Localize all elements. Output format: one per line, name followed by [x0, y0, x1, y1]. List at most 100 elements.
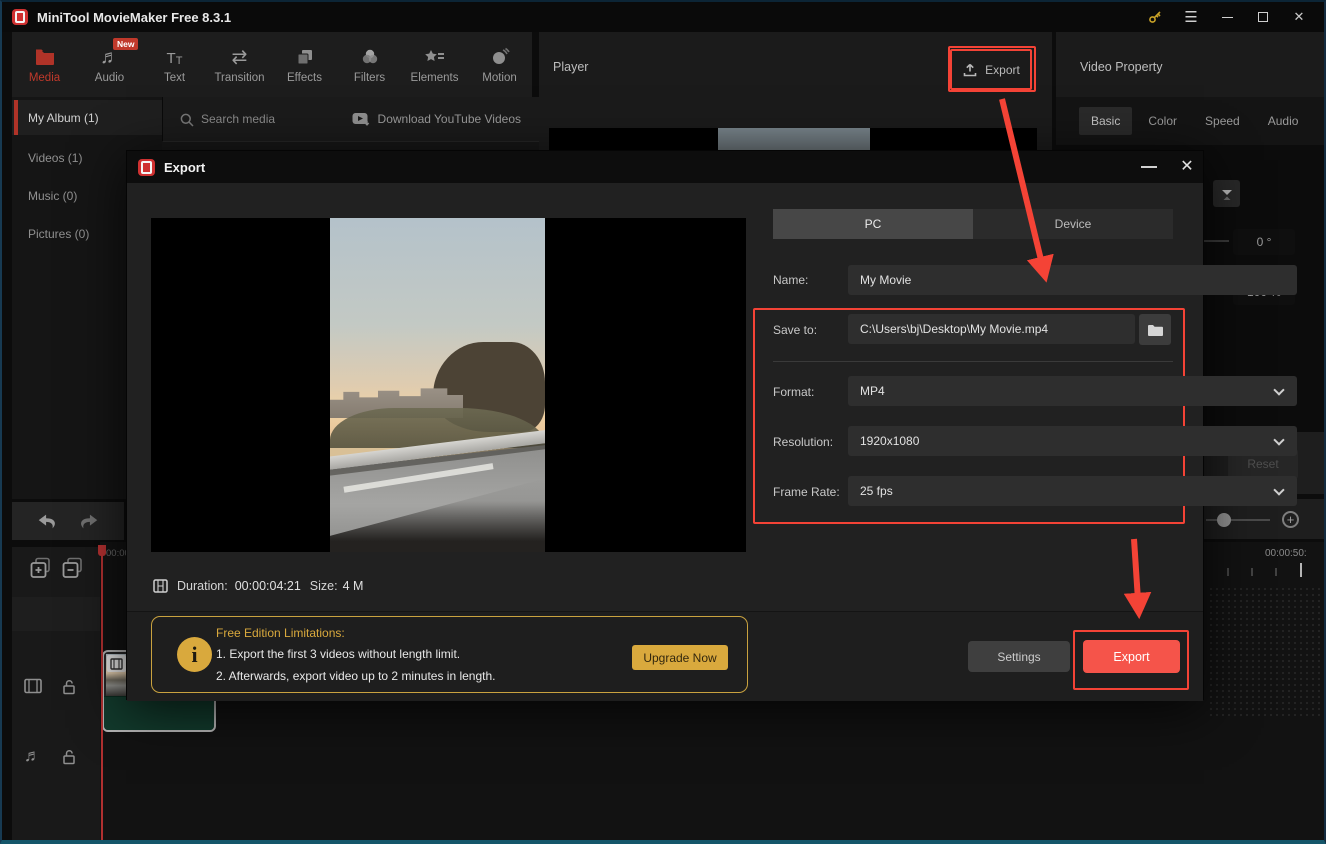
sidebar-item-my-album[interactable]: My Album (1) [12, 100, 162, 135]
toolbar-item-filters[interactable]: Filters [337, 32, 402, 97]
tab-basic[interactable]: Basic [1079, 107, 1133, 135]
clip-audio-band [104, 696, 214, 730]
duration-label: Duration: [177, 579, 228, 593]
key-icon [1149, 11, 1161, 23]
browse-folder-button[interactable] [1139, 314, 1171, 345]
flip-vertical-button[interactable] [1213, 180, 1240, 207]
upgrade-now-button[interactable]: Upgrade Now [632, 645, 728, 670]
video-property-tabs: Basic Color Speed Audio [1056, 97, 1324, 145]
dialog-footer: i Free Edition Limitations: 1. Export th… [127, 611, 1203, 701]
toolbar-item-elements[interactable]: Elements [402, 32, 467, 97]
player-preview-sky [718, 128, 870, 150]
video-track-icon [24, 678, 42, 694]
close-icon: ✕ [1293, 9, 1305, 24]
toolbar-label: Media [28, 72, 61, 84]
annotation-box-player-export [948, 46, 1036, 92]
name-input[interactable]: My Movie [848, 265, 1297, 295]
chevron-down-icon [1273, 484, 1285, 496]
menu-button[interactable]: ☰ [1180, 7, 1202, 27]
tab-pc[interactable]: PC [773, 209, 973, 239]
rotate-value-box[interactable]: 0 ° [1233, 229, 1295, 255]
filters-icon [360, 45, 380, 67]
close-button[interactable]: ✕ [1288, 7, 1310, 27]
dialog-close-button[interactable]: ✕ [1177, 157, 1197, 177]
toolbar-item-motion[interactable]: Motion [467, 32, 532, 97]
toolbar-item-audio[interactable]: New ♬ Audio [77, 32, 142, 97]
transition-icon: ⇄ [231, 47, 248, 68]
toolbar-item-transition[interactable]: ⇄ Transition [207, 32, 272, 97]
film-icon [110, 657, 123, 670]
rotate-slider-track[interactable] [1204, 240, 1229, 242]
toolbar-item-text[interactable]: TT Text [142, 32, 207, 97]
clip-film-badge [107, 655, 126, 672]
save-to-input[interactable]: C:\Users\bj\Desktop\My Movie.mp4 [848, 314, 1135, 344]
titlebar: MiniTool MovieMaker Free 8.3.1 ☰ ✕ [2, 2, 1324, 32]
toolbar-label: Text [163, 72, 186, 84]
format-label: Format: [773, 385, 815, 399]
tab-audio[interactable]: Audio [1256, 107, 1311, 135]
frame-rate-select[interactable]: 25 fps [848, 476, 1297, 506]
export-preview [151, 218, 746, 552]
toolbar-label: Motion [482, 72, 517, 84]
search-input[interactable]: Search media [201, 112, 275, 126]
format-select[interactable]: MP4 [848, 376, 1297, 406]
ruler-tick [1227, 568, 1229, 576]
app-window: MiniTool MovieMaker Free 8.3.1 ☰ ✕ Media… [0, 0, 1326, 844]
duration-value: 00:00:04:21 [234, 579, 301, 593]
undo-redo-row [12, 502, 124, 540]
toolbar-label: Audio [94, 72, 125, 84]
effects-icon [295, 45, 315, 67]
undo-icon[interactable] [36, 511, 58, 531]
playhead[interactable] [101, 545, 103, 840]
timeline-zoom-in-button[interactable]: + [1282, 511, 1299, 528]
download-youtube-button[interactable]: Download YouTube Videos [352, 112, 521, 126]
toolbar-label: Transition [214, 72, 265, 84]
video-track-lock-icon[interactable] [62, 678, 76, 695]
toolbar-item-effects[interactable]: Effects [272, 32, 337, 97]
dialog-minimize-button[interactable] [1141, 166, 1157, 168]
tab-color[interactable]: Color [1136, 107, 1189, 135]
download-youtube-label: Download YouTube Videos [377, 112, 521, 126]
ruler-tick [1275, 568, 1277, 576]
size-value: 4 M [342, 579, 364, 593]
timeline-ruler-end: 00:00:50: [1265, 548, 1307, 559]
music-track-lock-icon[interactable] [62, 748, 76, 765]
export-button[interactable]: Export [1083, 640, 1180, 673]
text-icon: TT [166, 50, 183, 67]
search-icon [180, 113, 194, 127]
toolbar-label: Elements [410, 72, 459, 84]
export-dialog-header: Export ✕ [127, 151, 1203, 183]
timeline-zoom-track[interactable] [1206, 519, 1270, 521]
settings-button[interactable]: Settings [968, 641, 1070, 672]
ruler-tick-major [1300, 563, 1302, 577]
player-title: Player [553, 60, 589, 74]
toolbar-label: Filters [353, 72, 386, 84]
media-icon [34, 45, 56, 67]
player-preview-sliver [549, 128, 1037, 150]
export-dialog: Export ✕ Duration: 00:00:04:21 Size: 4 M [126, 150, 1297, 701]
music-track-icon: ♬ [24, 746, 41, 765]
resolution-select[interactable]: 1920x1080 [848, 426, 1297, 456]
main-toolbar: Media New ♬ Audio TT Text ⇄ Transition E… [12, 32, 532, 97]
license-key-button[interactable] [1144, 7, 1166, 27]
redo-icon[interactable] [78, 511, 100, 531]
tab-device[interactable]: Device [973, 209, 1173, 239]
tab-speed[interactable]: Speed [1193, 107, 1252, 135]
toolbar-item-media[interactable]: Media [12, 32, 77, 97]
resolution-value: 1920x1080 [860, 434, 920, 448]
video-property-panel: Video Property [1056, 32, 1324, 97]
zoom-out-icon[interactable] [62, 557, 84, 579]
format-value: MP4 [860, 384, 885, 398]
free-edition-box: i Free Edition Limitations: 1. Export th… [151, 616, 748, 693]
maximize-button[interactable] [1252, 7, 1274, 27]
flip-icon [1221, 189, 1232, 200]
minimize-button[interactable] [1216, 7, 1238, 27]
info-icon: i [177, 637, 212, 672]
zoom-in-icon[interactable] [30, 557, 52, 579]
resolution-label: Resolution: [773, 435, 834, 449]
ruler-tick [1251, 568, 1253, 576]
media-search-bar: Search media Download YouTube Videos [162, 97, 539, 142]
dialog-title: Export [164, 159, 206, 175]
timeline-zoom-handle[interactable] [1217, 513, 1231, 527]
chevron-down-icon [1273, 384, 1285, 396]
